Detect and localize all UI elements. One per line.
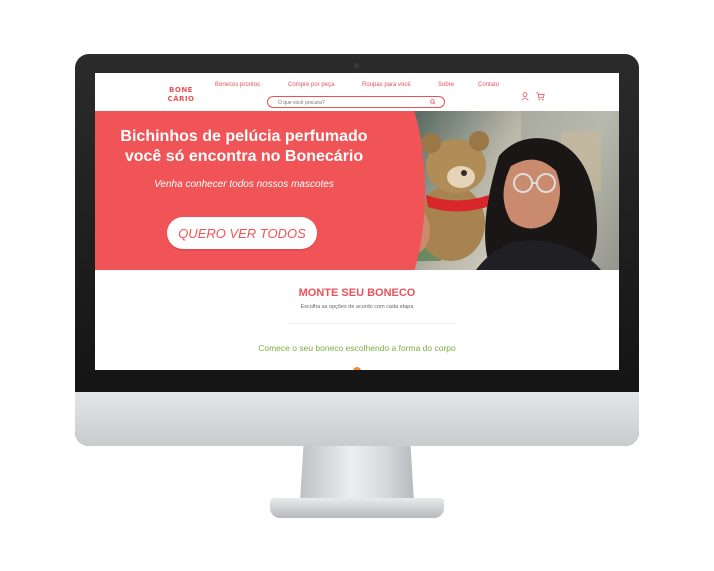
logo-line-1: BONE xyxy=(169,86,193,94)
monitor-stand xyxy=(300,446,414,502)
search-icon[interactable] xyxy=(430,99,436,105)
hero-subtitle: Venha conhecer todos nossos mascotes xyxy=(154,179,334,190)
search-input[interactable] xyxy=(278,98,418,107)
section-title: MONTE SEU BONECO xyxy=(298,287,416,299)
website-screen: BONE CÁRIO Bonecos prontos Compre por pe… xyxy=(95,73,619,370)
hero-title: Bichinhos de pelúcia perfumado você só e… xyxy=(120,128,368,165)
cart-icon[interactable] xyxy=(536,92,545,101)
nav-item-roupas[interactable]: Roupas para você xyxy=(362,82,411,88)
nav-item-sobre[interactable]: Sobre xyxy=(438,82,454,88)
nav-item-compre-por-peca[interactable]: Compre por peça xyxy=(288,82,334,88)
step-instruction: Comece o seu boneco escolhendo a forma d… xyxy=(258,343,456,353)
monitor-base xyxy=(270,498,444,518)
hero-banner: Bichinhos de pelúcia perfumado você só e… xyxy=(95,111,619,270)
section-subtitle: Escolha as opções de acordo com cada eta… xyxy=(300,304,414,310)
webcam xyxy=(354,63,359,68)
nav-item-contato[interactable]: Contato xyxy=(478,82,499,88)
logo-line-2: CÁRIO xyxy=(167,95,195,103)
cta-button[interactable]: QUERO VER TODOS xyxy=(167,217,317,249)
site-header: BONE CÁRIO Bonecos prontos Compre por pe… xyxy=(95,73,619,111)
search-bar xyxy=(267,96,445,108)
logo[interactable]: BONE CÁRIO xyxy=(167,86,195,108)
nav-item-bonecos-prontos[interactable]: Bonecos prontos xyxy=(215,82,260,88)
monitor-chin xyxy=(75,392,639,446)
user-icon[interactable] xyxy=(521,92,529,101)
divider xyxy=(287,323,457,324)
scroll-indicator[interactable] xyxy=(353,367,361,370)
